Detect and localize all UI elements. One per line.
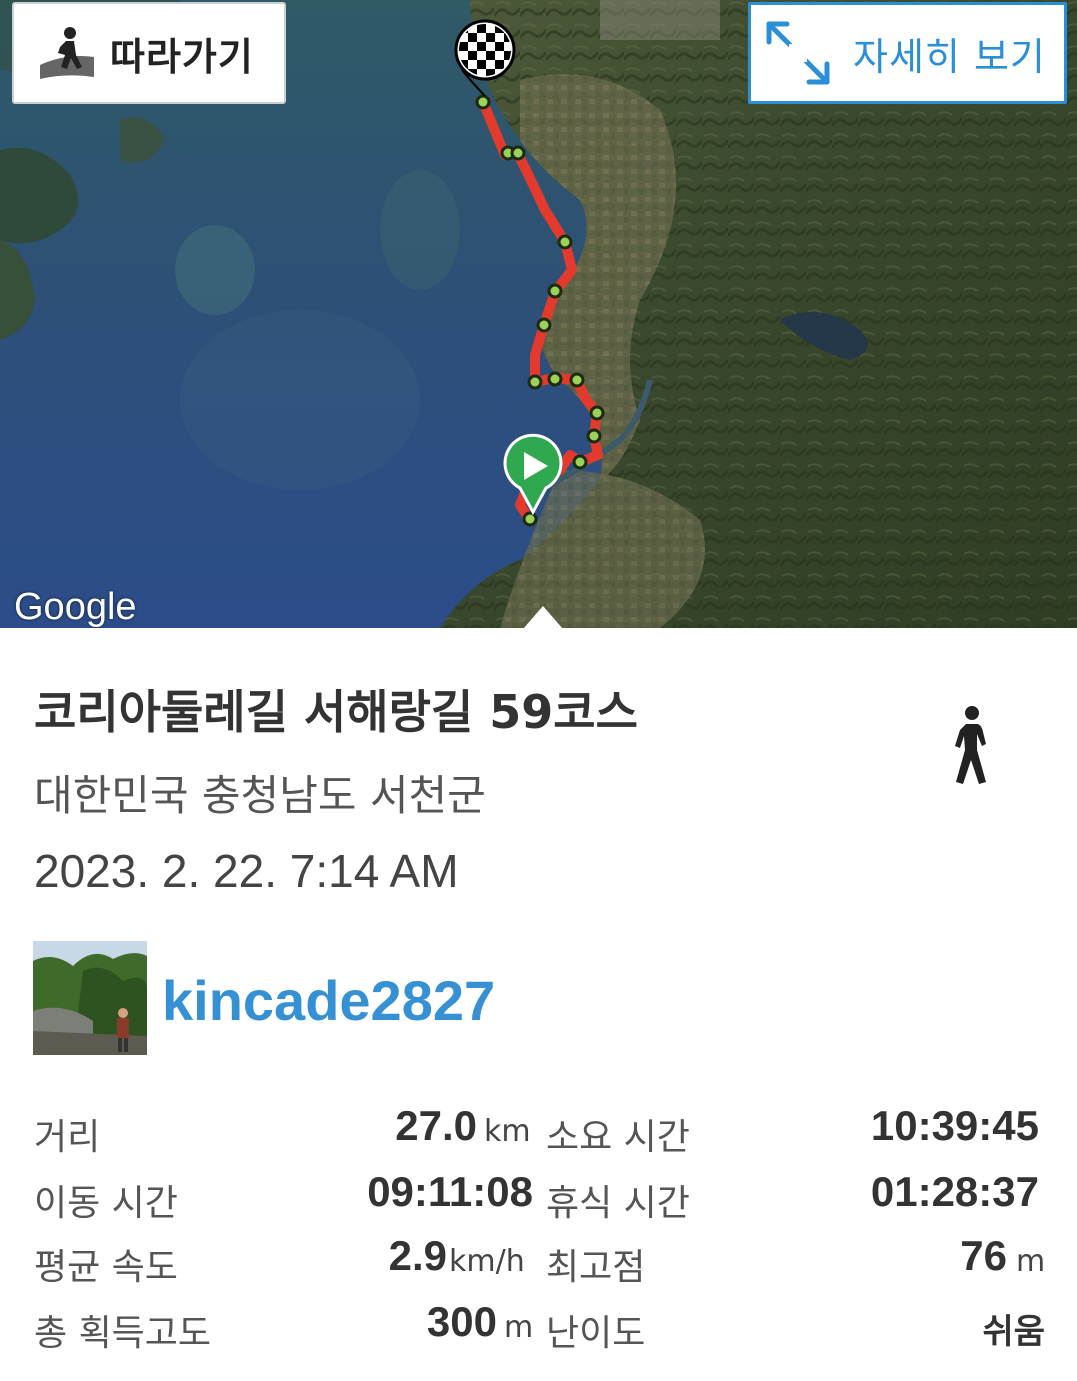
start-play-pin-icon[interactable] — [503, 433, 563, 516]
waypoint-marker — [547, 371, 563, 387]
waypoint-marker — [589, 405, 605, 421]
waypoint-marker — [527, 374, 543, 390]
follow-button-label: 따라가기 — [110, 34, 254, 79]
view-details-button[interactable]: 자세히 보기 — [748, 2, 1067, 104]
total-ascent-value: 300 — [426, 1298, 497, 1345]
waypoint-marker — [557, 234, 573, 250]
checkered-finish-flag-icon[interactable] — [454, 19, 516, 97]
info-pointer — [523, 606, 563, 628]
total-ascent-unit: m — [504, 1310, 534, 1345]
trail-datetime: 2023. 2. 22. 7:14 AM — [34, 845, 459, 897]
distance-label: 거리 — [34, 1117, 101, 1158]
waypoint-marker — [475, 94, 491, 110]
waypoint-marker — [522, 511, 538, 527]
total-time-label: 소요 시간 — [546, 1117, 690, 1158]
username-link[interactable]: kincade2827 — [162, 968, 495, 1033]
rest-time-label: 휴식 시간 — [546, 1183, 690, 1224]
avg-speed-value: 2.9 — [388, 1232, 447, 1279]
expand-arrows-icon — [766, 21, 830, 85]
total-ascent-label: 총 획득고도 — [34, 1313, 212, 1354]
moving-time-label: 이동 시간 — [34, 1183, 178, 1224]
avg-speed-unit: km/h — [449, 1244, 525, 1279]
avg-speed-label: 평균 속도 — [34, 1247, 178, 1288]
waypoint-marker — [510, 145, 526, 161]
waypoint-marker — [572, 454, 588, 470]
waypoint-marker — [586, 428, 602, 444]
trail-info-panel: 코리아둘레길 서해랑길 59코스 대한민국 충청남도 서천군 2023. 2. … — [0, 628, 1077, 1381]
moving-time-value: 09:11:08 — [367, 1168, 533, 1215]
waypoint-marker — [547, 283, 563, 299]
route-map[interactable]: 따라가기 자세히 보기 Google — [0, 0, 1077, 628]
max-elevation-label: 최고점 — [546, 1247, 646, 1288]
trail-title: 코리아둘레길 서해랑길 59코스 — [34, 685, 638, 739]
walking-person-icon — [955, 706, 986, 784]
distance-value: 27.0 — [395, 1102, 477, 1149]
follow-button[interactable]: 따라가기 — [12, 2, 286, 104]
distance-unit: km — [484, 1114, 531, 1149]
total-time-value: 10:39:45 — [870, 1102, 1039, 1149]
trail-location: 대한민국 충청남도 서천군 — [34, 771, 486, 820]
view-details-label: 자세히 보기 — [853, 34, 1046, 79]
difficulty-label: 난이도 — [546, 1313, 646, 1354]
max-elevation-value: 76 — [960, 1232, 1007, 1279]
walker-follow-icon — [40, 27, 94, 79]
rest-time-value: 01:28:37 — [870, 1168, 1039, 1215]
waypoint-marker — [536, 317, 552, 333]
user-avatar[interactable] — [33, 941, 147, 1055]
user-avatar-photo — [33, 941, 147, 1055]
google-attribution: Google — [14, 586, 137, 628]
waypoint-marker — [569, 372, 585, 388]
max-elevation-unit: m — [1016, 1244, 1046, 1279]
difficulty-value: 쉬움 — [982, 1312, 1045, 1352]
